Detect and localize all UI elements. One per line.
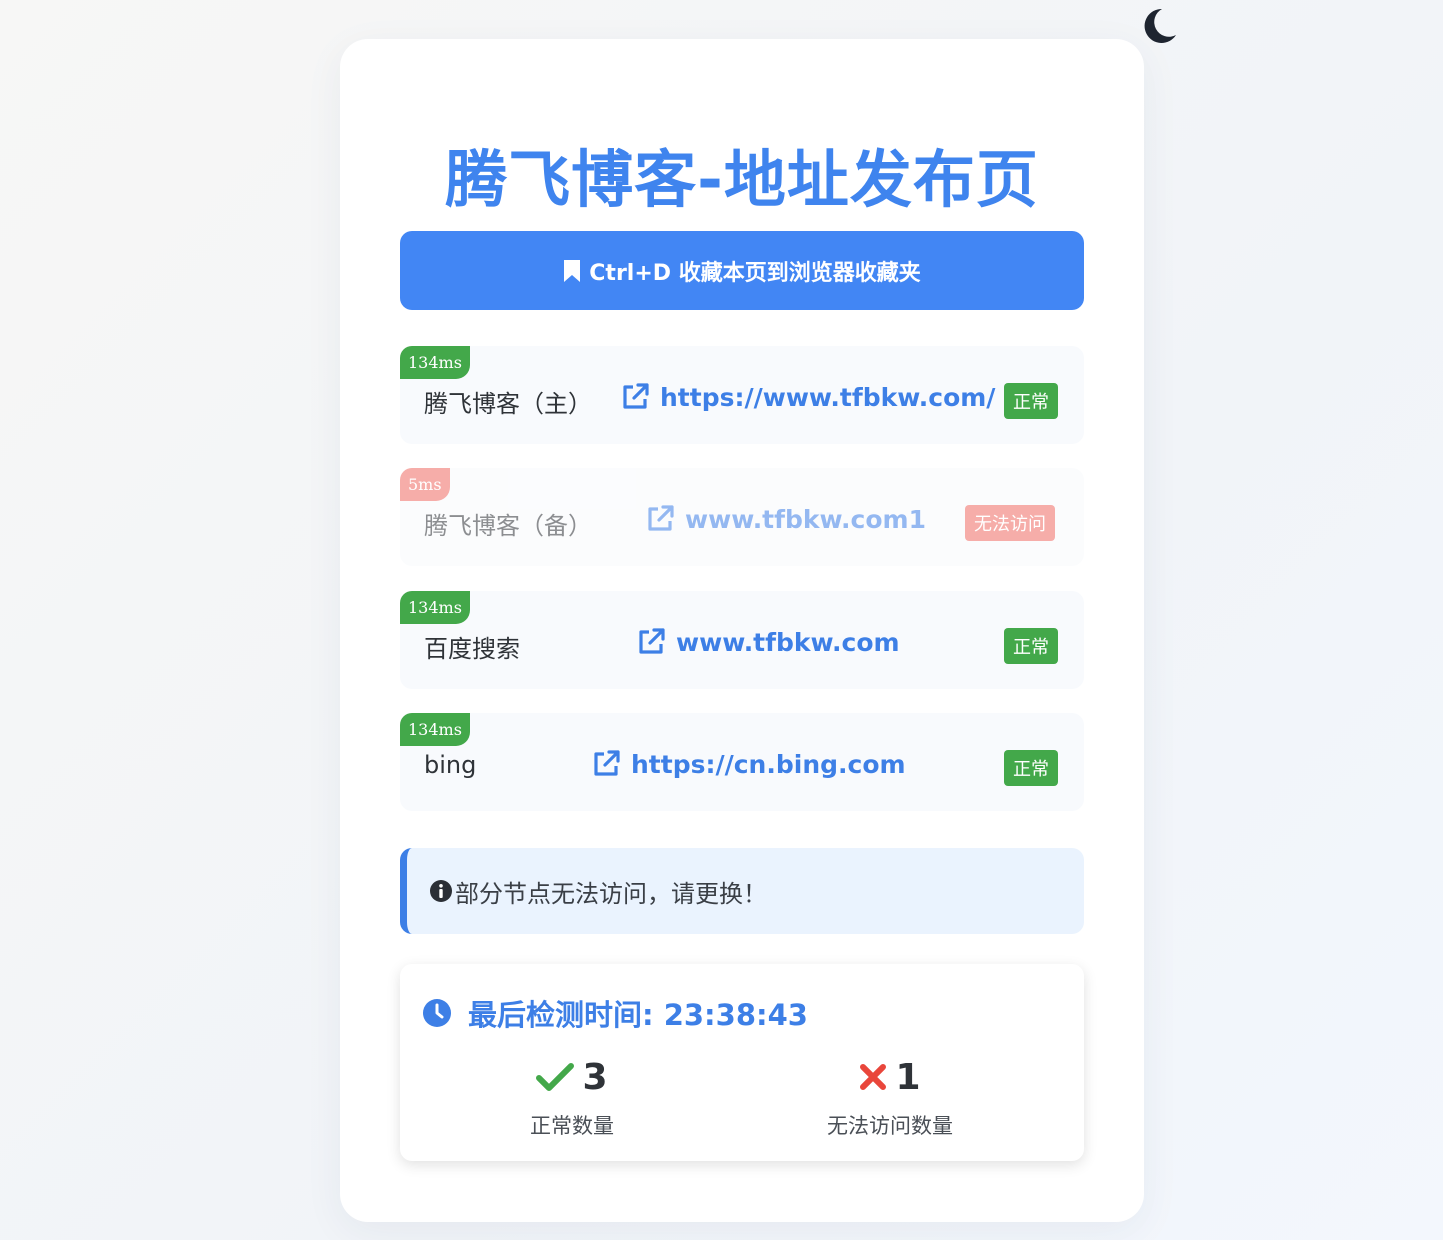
page-title: 腾飞博客-地址发布页 [445, 143, 1039, 216]
link-row-primary: 134ms 腾飞博客（主） https://www.tfbkw.com/ 正常 [400, 346, 1084, 444]
ok-label: 正常数量 [530, 1114, 614, 1138]
bookmark-button-label: Ctrl+D 收藏本页到浏览器收藏夹 [589, 260, 921, 286]
link-name: 百度搜索 [424, 635, 520, 663]
external-link-icon [594, 750, 620, 776]
theme-toggle-button[interactable] [1140, 6, 1180, 46]
link-url[interactable]: www.tfbkw.com1 [645, 504, 926, 534]
link-url-text: www.tfbkw.com1 [685, 504, 926, 534]
link-url-text: www.tfbkw.com [676, 627, 900, 657]
link-url[interactable]: https://cn.bing.com [591, 749, 906, 779]
last-check-text: 最后检测时间: 23:38:43 [468, 998, 808, 1032]
fail-stat: 1 无法访问数量 [790, 1054, 990, 1140]
stats-panel: 最后检测时间: 23:38:43 3 正常数量 1 无法访问数量 [400, 964, 1084, 1161]
status-badge: 无法访问 [965, 505, 1055, 541]
latency-badge: 134ms [400, 713, 470, 746]
ok-stat: 3 正常数量 [472, 1054, 672, 1140]
x-icon [860, 1064, 887, 1090]
link-url-text: https://cn.bing.com [631, 749, 906, 779]
bookmark-button[interactable]: Ctrl+D 收藏本页到浏览器收藏夹 [400, 231, 1084, 310]
status-badge: 正常 [1004, 628, 1058, 664]
last-check: 最后检测时间: 23:38:43 [422, 992, 808, 1034]
link-row-baidu: 134ms 百度搜索 www.tfbkw.com 正常 [400, 591, 1084, 689]
latency-badge: 5ms [400, 468, 450, 501]
bookmark-icon [564, 259, 581, 282]
status-badge: 正常 [1004, 750, 1058, 786]
status-badge: 正常 [1004, 383, 1058, 419]
link-name: 腾飞博客（主） [424, 390, 592, 418]
latency-badge: 134ms [400, 346, 470, 379]
link-url[interactable]: www.tfbkw.com [636, 627, 900, 657]
latency-badge: 134ms [400, 591, 470, 624]
link-name: bing [424, 751, 477, 779]
fail-count: 1 [895, 1056, 921, 1098]
clock-icon [423, 999, 451, 1027]
notice-text: 部分节点无法访问，请更换！ [455, 879, 767, 908]
moon-icon [1144, 8, 1176, 43]
link-name: 腾飞博客（备） [424, 512, 592, 540]
check-icon [536, 1063, 575, 1091]
notice-banner: 部分节点无法访问，请更换！ [400, 848, 1084, 934]
external-link-icon [639, 628, 665, 654]
info-circle-icon [430, 880, 452, 902]
link-row-bing: 134ms bing https://cn.bing.com 正常 [400, 713, 1084, 811]
fail-label: 无法访问数量 [827, 1114, 953, 1138]
main-card: 腾飞博客-地址发布页 Ctrl+D 收藏本页到浏览器收藏夹 134ms 腾飞博客… [340, 39, 1144, 1222]
external-link-icon [623, 383, 649, 409]
link-url[interactable]: https://www.tfbkw.com/ [620, 382, 995, 412]
ok-count: 3 [582, 1056, 608, 1098]
link-url-text: https://www.tfbkw.com/ [660, 382, 996, 412]
link-row-backup: 5ms 腾飞博客（备） www.tfbkw.com1 无法访问 [400, 468, 1084, 566]
external-link-icon [648, 505, 674, 531]
